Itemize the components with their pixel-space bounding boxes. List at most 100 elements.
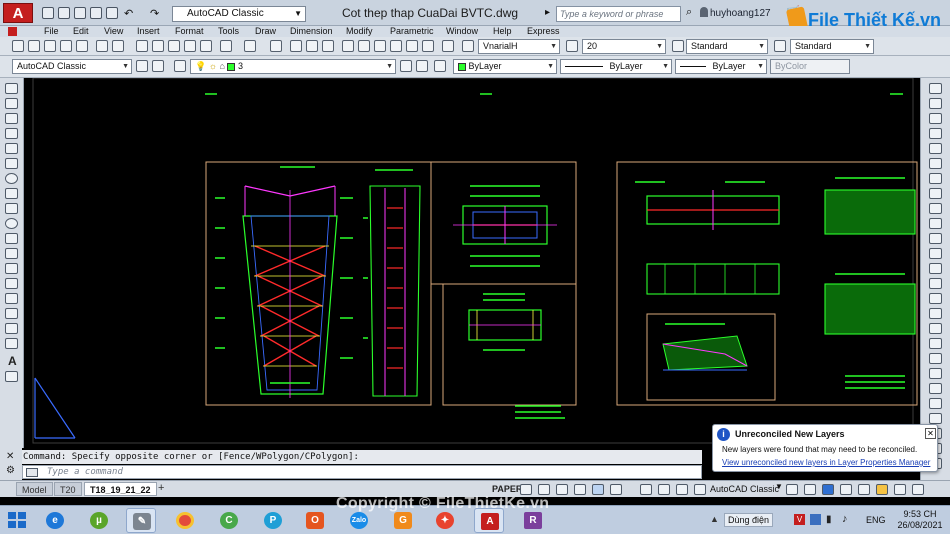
erase-icon[interactable] [929,83,942,94]
menu-tools[interactable]: Tools [218,26,239,37]
hardware-acceleration-icon[interactable] [840,484,852,495]
taskbar-chrome[interactable] [170,508,200,533]
menu-window[interactable]: Window [446,26,478,37]
open-icon[interactable] [28,40,40,52]
table-icon[interactable] [5,338,18,349]
design-center-icon[interactable] [358,40,370,52]
polar-icon[interactable] [574,484,586,495]
make-current-icon[interactable] [400,60,412,72]
tab-model[interactable]: Model [16,482,53,496]
command-line-handle[interactable]: ✕ ⚙ [0,448,22,480]
workspace-gear-icon[interactable] [694,484,706,495]
osnap-icon[interactable] [592,484,604,495]
new-file-icon[interactable] [42,7,54,19]
zoom-realtime-icon[interactable] [290,40,302,52]
dimension-style-icon[interactable] [672,40,684,52]
multiline-text-icon[interactable]: A [8,354,17,368]
ortho-icon[interactable] [556,484,568,495]
paste-icon[interactable] [168,40,180,52]
menu-edit[interactable]: Edit [73,26,89,37]
workspace-switcher[interactable]: AutoCAD Classic ▼ [172,6,306,22]
scale-icon[interactable] [929,188,942,199]
hatch-icon[interactable] [5,293,18,304]
tab-t20[interactable]: T20 [54,482,82,496]
color-select[interactable]: ByLayer ▼ [453,59,557,74]
text-style-icon[interactable] [462,40,474,52]
move-icon[interactable] [929,158,942,169]
explode-icon[interactable] [929,323,942,334]
lineweight-toggle-icon[interactable] [640,484,652,495]
stretch-icon[interactable] [929,203,942,214]
annotation-monitor-icon[interactable] [786,484,798,495]
publish-icon[interactable] [96,40,108,52]
rotate-icon[interactable] [929,173,942,184]
rectangle-icon[interactable] [5,143,18,154]
copy-icon[interactable] [152,40,164,52]
fillet-icon[interactable] [929,308,942,319]
drawing-canvas[interactable] [25,78,920,448]
close-notification-button[interactable]: ✕ [925,428,936,439]
redo-icon[interactable] [244,40,256,52]
plot-icon[interactable] [106,7,118,19]
customize-icon[interactable] [152,60,164,72]
snap-quadrant-icon[interactable] [929,398,942,409]
grid-icon[interactable] [520,484,532,495]
language-indicator[interactable]: ENG [866,515,886,525]
power-status[interactable]: Dùng điện [724,513,774,527]
layer-select[interactable]: 💡 ☼ ⌂ 3 ▼ [190,59,396,74]
isolate-objects-icon[interactable] [822,484,834,495]
region-icon[interactable] [5,323,18,334]
help-icon[interactable] [442,40,454,52]
revision-cloud-icon[interactable] [5,188,18,199]
workspace-select[interactable]: AutoCAD Classic ▼ [12,59,132,74]
add-layout-icon[interactable]: + [158,482,164,494]
undo-icon[interactable]: ↶ [124,7,133,20]
trim-icon[interactable] [929,218,942,229]
menu-view[interactable]: View [104,26,123,37]
transparency-icon[interactable] [658,484,670,495]
windows-start-icon[interactable] [6,510,28,530]
menu-express[interactable]: Express [527,26,560,37]
plot-icon[interactable] [60,40,72,52]
redo-icon[interactable]: ↷ [150,7,159,20]
network-icon[interactable]: ▮ [826,514,832,525]
autocad-app-icon[interactable]: A [3,3,33,23]
layer-properties-icon[interactable] [174,60,186,72]
line-icon[interactable] [5,83,18,94]
help-search-input[interactable]: Type a keyword or phrase [556,6,681,22]
dimension-style-select[interactable]: Standard ▼ [686,39,768,54]
snap-center-icon[interactable] [929,383,942,394]
ellipse-arc-icon[interactable] [5,233,18,244]
menu-modify[interactable]: Modify [346,26,373,37]
copy-object-icon[interactable] [929,98,942,109]
plot-preview-icon[interactable] [76,40,88,52]
search-toggle-icon[interactable]: ▸ [545,7,550,18]
tool-palettes-icon[interactable] [374,40,386,52]
menu-draw[interactable]: Draw [255,26,276,37]
taskbar-tool-app[interactable]: ✎ [126,508,156,533]
point-icon[interactable] [5,278,18,289]
cut-icon[interactable] [136,40,148,52]
markup-icon[interactable] [406,40,418,52]
construction-line-icon[interactable] [5,98,18,109]
taskbar-internet-explorer[interactable]: e [40,508,70,533]
insert-block-icon[interactable] [5,248,18,259]
clean-screen-icon[interactable] [858,484,870,495]
menu-file[interactable]: File [44,26,59,37]
undo-icon[interactable] [220,40,232,52]
offset-icon[interactable] [929,128,942,139]
tray-v-icon[interactable]: V [794,514,805,525]
extend-icon[interactable] [929,233,942,244]
table-style-icon[interactable] [774,40,786,52]
join-icon[interactable] [929,278,942,289]
quickcalc-icon[interactable] [422,40,434,52]
text-height-select[interactable]: 20 ▼ [582,39,666,54]
arc-icon[interactable] [5,158,18,169]
lineweight-select[interactable]: ByLayer ▼ [675,59,767,74]
full-screen-icon[interactable] [912,484,924,495]
taskbar-utorrent[interactable]: µ [84,508,114,533]
user-icon[interactable] [700,7,708,17]
make-block-icon[interactable] [5,263,18,274]
text-height-icon[interactable] [566,40,578,52]
notification-icon[interactable] [876,484,888,495]
